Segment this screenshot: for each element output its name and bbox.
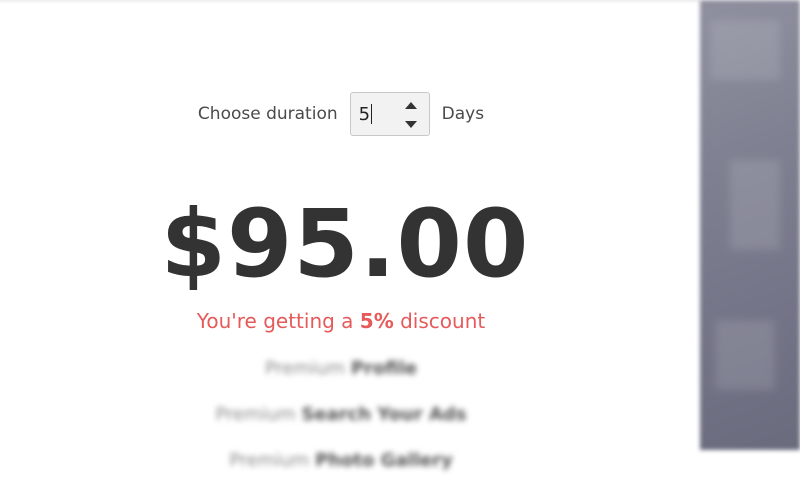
image-highlight [730, 160, 780, 250]
feature-list: Premium Profile Premium Search Your Ads … [0, 352, 682, 490]
duration-selector: Choose duration 5 Days [0, 91, 691, 137]
feature-item: Premium Search Your Ads [0, 398, 682, 432]
feature-name: Profile [350, 358, 417, 379]
duration-label: Choose duration [197, 104, 338, 124]
discount-message: You're getting a 5% discount [0, 309, 682, 333]
feature-item: Premium Profile [0, 352, 682, 386]
feature-prefix: Premium [229, 450, 316, 471]
price-total: $95.00 [160, 190, 530, 299]
feature-name: Photo Gallery [315, 450, 453, 471]
feature-name: Search Your Ads [301, 404, 467, 425]
image-highlight [715, 320, 775, 390]
duration-unit-label: Days [441, 104, 485, 124]
discount-suffix: discount [393, 309, 486, 333]
duration-input[interactable]: 5 [349, 92, 430, 136]
pricing-panel: Choose duration 5 Days $95.00 You're get… [0, 0, 700, 471]
feature-item: Premium Photo Gallery [0, 444, 682, 478]
feature-prefix: Premium [215, 404, 302, 425]
discount-percent: 5% [359, 309, 394, 333]
duration-spinner[interactable] [404, 102, 417, 128]
image-highlight [710, 20, 780, 80]
discount-prefix: You're getting a [196, 309, 360, 333]
duration-value[interactable]: 5 [351, 104, 370, 125]
background-image-panel [700, 0, 800, 450]
feature-prefix: Premium [265, 358, 351, 379]
top-divider [0, 0, 700, 4]
text-caret [371, 104, 373, 124]
chevron-up-icon[interactable] [404, 102, 417, 109]
chevron-down-icon[interactable] [404, 121, 417, 128]
